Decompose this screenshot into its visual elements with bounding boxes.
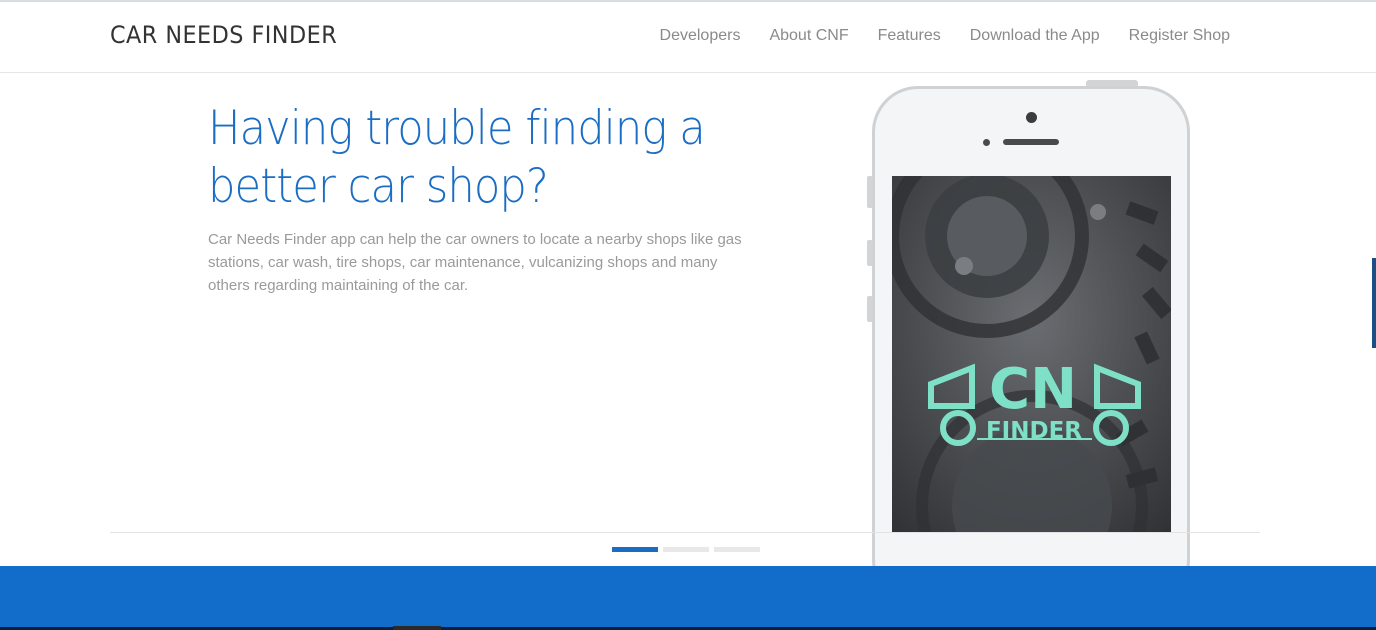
hero-divider	[110, 532, 1260, 533]
carousel-indicators	[612, 547, 760, 552]
nav-register-shop[interactable]: Register Shop	[1129, 27, 1230, 45]
carousel-indicator-3[interactable]	[714, 547, 760, 552]
hero-title: Having trouble finding a better car shop…	[208, 100, 760, 216]
taskbar-tab	[393, 626, 441, 630]
nav-about-cnf[interactable]: About CNF	[769, 27, 848, 45]
nav-developers[interactable]: Developers	[660, 27, 741, 45]
hero-description: Car Needs Finder app can help the car ow…	[208, 231, 742, 294]
carousel-indicator-2[interactable]	[663, 547, 709, 552]
hero-title-line-2: better car shop?	[208, 159, 549, 214]
logo-text-cn: CN	[989, 357, 1077, 422]
phone-sensor	[983, 139, 990, 146]
phone-camera	[1026, 112, 1037, 123]
gears-background-image: CN FINDER	[892, 176, 1171, 532]
nav-features[interactable]: Features	[878, 27, 941, 45]
app-screen: CN FINDER	[892, 176, 1171, 532]
main-nav: Developers About CNF Features Download t…	[660, 27, 1230, 45]
nav-download-app[interactable]: Download the App	[970, 27, 1100, 45]
page: CAR NEEDS FINDER Developers About CNF Fe…	[0, 0, 1376, 630]
hero-title-line-1: Having trouble finding a	[208, 101, 706, 156]
brand-logo[interactable]: CAR NEEDS FINDER	[110, 21, 337, 49]
carousel-indicator-1[interactable]	[612, 547, 658, 552]
blue-section	[0, 566, 1376, 630]
logo-text-finder: FINDER	[986, 418, 1082, 444]
phone-speaker	[1003, 139, 1059, 145]
navbar: CAR NEEDS FINDER Developers About CNF Fe…	[0, 2, 1376, 73]
scrollbar-thumb[interactable]	[1372, 258, 1376, 348]
